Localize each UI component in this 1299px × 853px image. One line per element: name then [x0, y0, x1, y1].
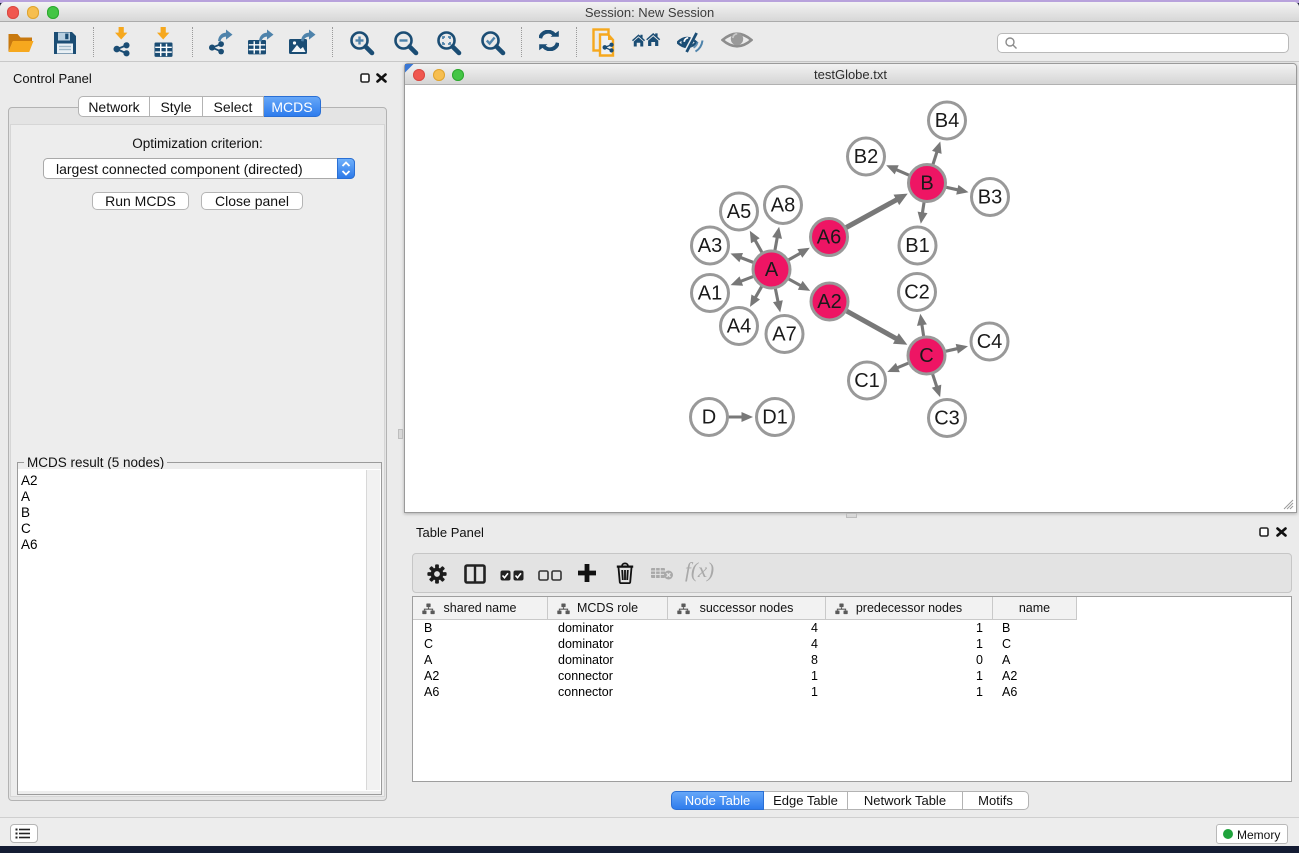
svg-text:A3: A3 — [698, 235, 722, 257]
svg-text:B: B — [920, 173, 933, 195]
svg-text:B3: B3 — [978, 187, 1002, 209]
svg-text:A2: A2 — [817, 291, 841, 313]
svg-text:D1: D1 — [762, 407, 788, 429]
svg-text:D: D — [702, 407, 716, 429]
svg-text:C: C — [919, 345, 933, 367]
svg-text:A6: A6 — [817, 227, 841, 249]
svg-text:A8: A8 — [771, 195, 795, 217]
svg-text:A5: A5 — [727, 201, 751, 223]
svg-text:A1: A1 — [698, 283, 722, 305]
svg-text:A: A — [765, 259, 779, 281]
svg-text:B4: B4 — [935, 110, 959, 132]
svg-text:C4: C4 — [977, 331, 1003, 353]
svg-text:C3: C3 — [934, 408, 960, 430]
svg-text:C2: C2 — [904, 282, 930, 304]
svg-text:C1: C1 — [854, 370, 880, 392]
svg-text:A4: A4 — [727, 316, 751, 338]
svg-text:B2: B2 — [854, 146, 878, 168]
svg-text:B1: B1 — [905, 235, 929, 257]
svg-text:A7: A7 — [772, 324, 796, 346]
